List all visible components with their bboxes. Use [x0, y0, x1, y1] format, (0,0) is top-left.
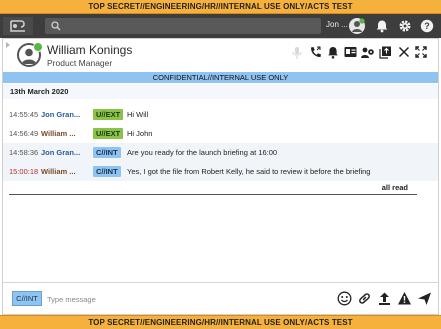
collapse-arrow-icon[interactable] [5, 42, 11, 48]
message-sender[interactable]: Jon Gran... [41, 105, 80, 124]
message-classification-badge: C//INT [93, 166, 121, 177]
notification-bell-icon[interactable] [327, 46, 339, 59]
search-bar[interactable] [45, 18, 321, 34]
message-classification-badge: C//INT [93, 147, 121, 158]
message-classification-badge: U//EXT [93, 128, 124, 139]
warning-icon[interactable] [397, 291, 412, 306]
conversation-classification-banner: CONFIDENTIAL//INTERNAL USE ONLY [3, 72, 438, 83]
message-input[interactable] [47, 290, 287, 308]
message-time: 14:56:49 [9, 129, 39, 138]
message-list: 14:55:45 Jon Gran... U//EXT Hi Will 14:5… [3, 105, 438, 181]
message-text: Hi John [127, 129, 153, 138]
read-status: all read [381, 183, 408, 192]
main-toolbar: Jon ... ? [0, 14, 441, 38]
contact-card-icon[interactable] [344, 46, 357, 58]
expand-icon[interactable] [415, 46, 427, 58]
user-avatar-icon [352, 18, 365, 32]
upload-icon[interactable] [377, 291, 392, 306]
current-user-name[interactable]: Jon ... [326, 20, 348, 29]
read-divider [9, 194, 417, 195]
notifications-bell-icon[interactable] [375, 19, 389, 33]
message-text: Yes, I got the file from Robert Kelly, h… [127, 167, 371, 176]
message-text: Hi Will [127, 110, 149, 119]
current-user-avatar[interactable] [349, 18, 365, 34]
send-icon[interactable] [417, 291, 432, 306]
message-composer: C//INT [3, 282, 438, 314]
classification-banner-top: TOP SECRET//ENGINEERING/HR//INTERNAL USE… [0, 0, 441, 14]
participants-icon[interactable] [361, 46, 375, 59]
search-input[interactable] [65, 20, 315, 32]
message-row[interactable]: 14:56:49 William ... U//EXT Hi John [3, 124, 438, 143]
message-time: 14:55:45 [9, 110, 39, 119]
help-icon[interactable]: ? [420, 19, 434, 33]
message-row[interactable]: 14:58:36 Jon Gran... C//INT Are you read… [3, 143, 438, 162]
composer-classification-button[interactable]: C//INT [12, 291, 42, 306]
voice-call-icon[interactable] [309, 46, 322, 59]
message-time: 14:58:36 [9, 148, 39, 157]
message-sender[interactable]: William ... [41, 124, 76, 143]
message-classification-badge: U//EXT [93, 109, 124, 120]
svg-text:?: ? [424, 21, 430, 31]
emoji-icon[interactable] [337, 291, 352, 306]
file-share-icon[interactable] [379, 46, 392, 59]
message-time: 15:00:18 [9, 167, 39, 176]
microphone-icon[interactable] [291, 46, 303, 60]
message-sender[interactable]: Jon Gran... [41, 143, 80, 162]
app-logo[interactable] [3, 17, 33, 35]
message-row[interactable]: 15:00:18 William ... C//INT Yes, I got t… [3, 162, 438, 181]
search-icon [51, 21, 61, 31]
settings-gear-icon[interactable] [398, 19, 412, 33]
contact-role: Product Manager [47, 58, 113, 68]
message-sender[interactable]: William ... [41, 162, 76, 181]
link-icon[interactable] [357, 291, 372, 306]
presence-indicator [33, 42, 43, 52]
app-logo-icon [10, 20, 25, 32]
message-row[interactable]: 14:55:45 Jon Gran... U//EXT Hi Will [3, 105, 438, 124]
contact-header: William Konings Product Manager [3, 39, 438, 71]
date-header: 13th March 2020 [3, 84, 438, 99]
classification-banner-bottom: TOP SECRET//ENGINEERING/HR//INTERNAL USE… [0, 315, 441, 329]
contact-name: William Konings [47, 43, 133, 57]
chat-window: William Konings Product Manager CONFIDEN… [2, 38, 439, 315]
message-text: Are you ready for the launch briefing at… [127, 148, 278, 157]
close-chat-icon[interactable] [398, 46, 410, 58]
